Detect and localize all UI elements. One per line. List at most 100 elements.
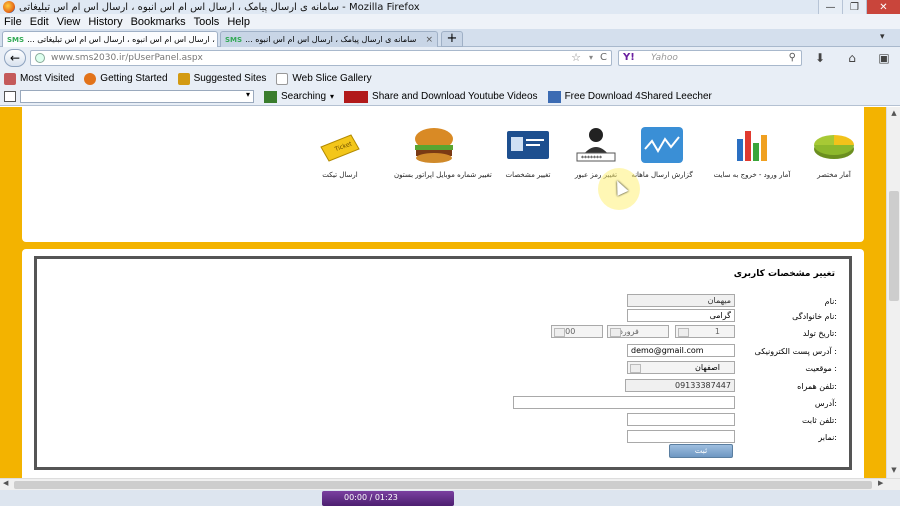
tab-sms-home[interactable]: SMS ... سامانه ی ارسال پیامک ، ارسال اس … <box>220 31 438 47</box>
url-bar[interactable]: www.sms2030.ir/pUserPanel.aspx ☆ ▾ C <box>30 50 612 66</box>
birth-year-select[interactable]: 1300 <box>551 325 603 338</box>
menu-edit[interactable]: Edit <box>30 16 49 28</box>
menu-help[interactable]: Help <box>227 16 250 28</box>
login-stats-item[interactable]: آمار ورود - خروج به سایت <box>712 125 792 179</box>
tab-label: ... سامانه ی ارسال پیامک ، ارسال اس ام ا… <box>245 35 417 44</box>
submit-button[interactable]: ثبت <box>669 444 733 458</box>
new-tab-button[interactable]: + <box>441 31 463 47</box>
window-titlebar: سامانه ی ارسال پیامک ، ارسال اس ام اس ان… <box>0 0 900 14</box>
birth-day-select[interactable]: 1 <box>675 325 735 338</box>
mobile-field[interactable]: 09133387447 <box>625 379 735 392</box>
phone-field[interactable] <box>627 413 735 426</box>
last-name-label: نام خانوادگی: <box>792 312 837 321</box>
fax-field[interactable] <box>627 430 735 443</box>
media-player-bar[interactable]: 00:00 / 01:23 <box>322 491 454 506</box>
menu-bar: File Edit View History Bookmarks Tools H… <box>0 14 900 29</box>
icon-caption: ارسال تیکت <box>322 171 358 179</box>
scroll-left-icon[interactable]: ◀ <box>3 479 8 487</box>
url-text: www.sms2030.ir/pUserPanel.aspx <box>51 53 203 63</box>
menu-tools[interactable]: Tools <box>194 16 220 28</box>
address-field[interactable] <box>513 396 735 409</box>
tab-sms-panel[interactable]: SMS ... سامانه ی ارسال پیامک ، ارسال اس … <box>2 31 218 47</box>
tab-bar: SMS ... سامانه ی ارسال پیامک ، ارسال اس … <box>0 29 900 47</box>
site-identity-icon[interactable] <box>35 53 45 63</box>
svg-text:*******: ******* <box>581 155 602 162</box>
edit-profile-form: تغییر مشخصات کاربری نام: میهمان نام خانو… <box>34 256 852 470</box>
toolbar-item-label: Share and Download Youtube Videos <box>372 91 538 102</box>
firefox-icon <box>3 1 15 13</box>
close-window-button[interactable]: ✕ <box>866 0 900 14</box>
pie-chart-icon <box>814 135 854 159</box>
menu-history[interactable]: History <box>88 16 122 28</box>
vertical-scrollbar[interactable]: ▲ ▼ <box>886 107 900 478</box>
bookmarks-toolbar: Most Visited Getting Started Suggested S… <box>0 69 900 88</box>
toolbar-searching[interactable]: Searching ▾ <box>264 90 334 103</box>
bookmark-getting-started[interactable]: Getting Started <box>84 72 168 85</box>
most-visited-icon <box>4 72 16 85</box>
address-label: آدرس: <box>814 399 837 408</box>
bookmark-suggested-sites[interactable]: Suggested Sites <box>177 72 267 85</box>
scroll-up-icon[interactable]: ▲ <box>889 109 899 119</box>
location-select[interactable]: اصفهان <box>627 361 735 374</box>
navigation-bar: ← www.sms2030.ir/pUserPanel.aspx ☆ ▾ C Y… <box>0 47 900 69</box>
reload-icon[interactable]: C <box>600 51 607 65</box>
list-tabs-icon[interactable]: ▾ <box>880 32 892 44</box>
vertical-scroll-thumb[interactable] <box>889 191 899 301</box>
bookmark-label: Most Visited <box>20 73 75 84</box>
mobile-label: تلفن همراه: <box>797 382 837 391</box>
toolbar-search-combo[interactable]: ▾ <box>20 90 254 103</box>
bookmark-most-visited[interactable]: Most Visited <box>4 72 75 85</box>
location-label: موقعیت : <box>805 364 837 373</box>
bookmark-web-slice-gallery[interactable]: Web Slice Gallery <box>276 72 372 85</box>
back-button[interactable]: ← <box>4 49 26 67</box>
toolbar-logo-icon[interactable] <box>4 91 16 102</box>
site-favicon-icon: SMS <box>225 35 243 44</box>
summary-stats-item[interactable]: آمار مختصر <box>794 125 874 179</box>
email-field[interactable]: demo@gmail.com <box>627 344 735 357</box>
send-ticket-item[interactable]: Ticket ارسال تیکت <box>300 125 380 179</box>
app-menu-icon[interactable]: ▣ <box>876 50 892 66</box>
tab-close-icon[interactable]: × <box>425 35 433 45</box>
fax-label: نمابر: <box>818 433 837 442</box>
toolbar-4shared[interactable]: Free Download 4Shared Leecher <box>547 90 712 103</box>
chevron-down-icon[interactable]: ▾ <box>246 90 250 99</box>
search-bar[interactable]: Y! Yahoo ⚲ <box>618 50 802 66</box>
site-favicon-icon: SMS <box>7 35 25 44</box>
toolbar-youtube[interactable]: Share and Download Youtube Videos <box>344 90 538 103</box>
scroll-right-icon[interactable]: ▶ <box>878 479 883 487</box>
change-operator-item[interactable]: تغییر شماره موبایل اپراتور بستون <box>394 125 492 179</box>
horizontal-scroll-thumb[interactable] <box>14 481 872 489</box>
burger-icon <box>415 128 453 163</box>
first-name-label: نام: <box>824 297 837 306</box>
bookmark-label: Suggested Sites <box>193 73 267 84</box>
search-placeholder: Yahoo <box>651 53 678 63</box>
yahoo-icon[interactable]: Y! <box>623 51 635 65</box>
birth-date-label: تاریخ تولد: <box>802 329 837 338</box>
edit-profile-panel: تغییر مشخصات کاربری نام: میهمان نام خانو… <box>22 249 864 478</box>
window-title: سامانه ی ارسال پیامک ، ارسال اس ام اس ان… <box>19 1 420 13</box>
id-card-icon <box>507 131 549 159</box>
url-history-dropdown-icon[interactable]: ▾ <box>589 51 593 65</box>
tab-label: ... سامانه ی ارسال پیامک ، ارسال اس ام ا… <box>27 35 217 44</box>
menu-bookmarks[interactable]: Bookmarks <box>131 16 186 28</box>
menu-file[interactable]: File <box>4 16 22 28</box>
chevron-down-icon[interactable]: ▾ <box>330 92 334 101</box>
search-icon[interactable]: ⚲ <box>789 51 796 65</box>
maximize-button[interactable]: ❐ <box>842 0 866 14</box>
bookmark-label: Getting Started <box>100 73 168 84</box>
horizontal-scrollbar[interactable]: ◀ ▶ <box>0 478 900 490</box>
user-panel-menu: Ticket ارسال تیکت تغییر شماره موبایل اپر… <box>22 107 864 242</box>
phone-label: تلفن ثابت: <box>801 416 837 425</box>
toolbar-item-label: Free Download 4Shared Leecher <box>564 91 712 102</box>
suggested-sites-icon <box>177 72 190 85</box>
birth-month-select[interactable]: فروردین <box>607 325 669 338</box>
download-icon[interactable]: ⬇ <box>812 50 828 66</box>
bookmark-star-icon[interactable]: ☆ <box>571 51 581 65</box>
monthly-report-item[interactable]: گزارش ارسال ماهانه <box>622 125 702 179</box>
menu-view[interactable]: View <box>57 16 81 28</box>
first-name-field[interactable]: میهمان <box>627 294 735 307</box>
last-name-field[interactable]: گرامی <box>627 309 735 322</box>
minimize-button[interactable]: — <box>818 0 842 14</box>
scroll-down-icon[interactable]: ▼ <box>889 466 899 476</box>
home-icon[interactable]: ⌂ <box>844 50 860 66</box>
